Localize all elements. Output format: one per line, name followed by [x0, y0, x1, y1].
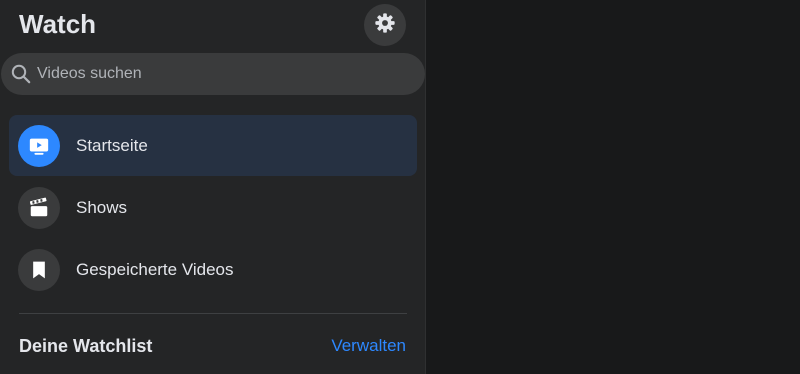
nav-item-saved-videos[interactable]: Gespeicherte Videos — [9, 239, 417, 300]
watch-sidebar: Watch Videos suchen Startseite Shows Ges… — [0, 0, 426, 374]
gear-icon — [374, 12, 396, 39]
nav-item-label: Startseite — [76, 135, 148, 155]
search-icon — [11, 64, 33, 84]
search-bar[interactable] — [1, 53, 425, 95]
nav-item-label: Shows — [76, 197, 128, 217]
divider — [19, 313, 407, 314]
nav-item-label: Gespeicherte Videos — [76, 259, 234, 279]
tv-play-icon — [18, 124, 60, 167]
settings-button[interactable] — [364, 4, 406, 46]
nav-item-shows[interactable]: Shows — [9, 177, 417, 238]
page-title: Watch — [19, 9, 97, 39]
main-content-area — [426, 0, 800, 374]
search-input[interactable] — [37, 59, 397, 89]
clapperboard-icon — [18, 186, 60, 229]
manage-watchlist-link[interactable]: Verwalten — [331, 336, 406, 356]
nav-item-startseite[interactable]: Startseite — [9, 115, 417, 176]
watchlist-title: Deine Watchlist — [19, 336, 153, 356]
bookmark-icon — [18, 248, 60, 291]
